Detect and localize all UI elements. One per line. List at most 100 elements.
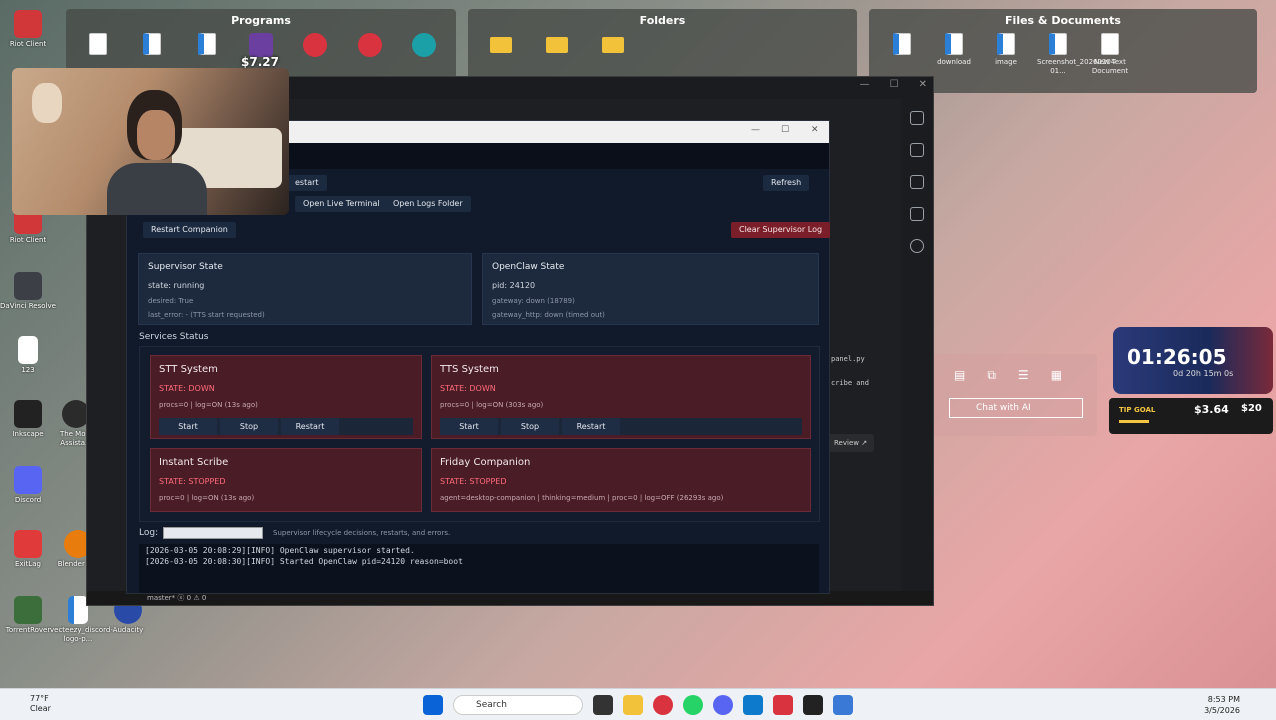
search-icon[interactable] [910, 111, 924, 125]
service-actions: Start Stop Restart [440, 418, 802, 435]
open-live-terminal-button[interactable]: Open Live Terminal [295, 196, 388, 212]
close-icon[interactable]: ✕ [919, 79, 927, 90]
tip-label: TIP GOAL [1119, 406, 1156, 414]
timer-value: 01:26:05 [1127, 345, 1227, 369]
service-state: STATE: DOWN [440, 384, 496, 393]
minimize-icon[interactable]: — [751, 125, 760, 135]
app-icon[interactable] [833, 695, 853, 715]
vivaldi-icon[interactable] [349, 33, 389, 60]
whatsapp-icon[interactable] [683, 695, 703, 715]
openai-icon[interactable] [910, 239, 924, 253]
explorer-icon[interactable] [623, 695, 643, 715]
folder-icon[interactable] [536, 33, 578, 56]
restart-button[interactable]: estart [287, 175, 327, 191]
folder-icon[interactable] [592, 33, 634, 56]
widget-icon[interactable]: ☰ [1018, 368, 1029, 383]
open-logs-folder-button[interactable]: Open Logs Folder [385, 196, 471, 212]
clock[interactable]: 8:53 PM 3/5/2026 [1204, 694, 1240, 716]
start-icon[interactable] [423, 695, 443, 715]
discord-icon[interactable]: Discord [0, 466, 56, 505]
instant-scribe-card: Instant Scribe STATE: STOPPED proc=0 | l… [150, 448, 422, 512]
folder-icon[interactable] [480, 33, 522, 56]
taskview-icon[interactable] [593, 695, 613, 715]
start-button[interactable]: Start [159, 418, 217, 435]
file-icon[interactable]: 123 [0, 336, 56, 375]
app-icon[interactable] [773, 695, 793, 715]
ai-widget: ▤ ⧉ ☰ ▦ Chat with AI [934, 354, 1097, 436]
maximize-icon[interactable]: ☐ [890, 79, 899, 90]
file-item[interactable]: Screenshot_20260204-01... [1037, 33, 1118, 76]
clear-supervisor-log-button[interactable]: Clear Supervisor Log [731, 222, 831, 238]
widget-icon[interactable]: ▦ [1051, 368, 1062, 383]
run-icon[interactable] [910, 175, 924, 189]
vivaldi-icon[interactable] [653, 695, 673, 715]
stop-button[interactable]: Stop [220, 418, 278, 435]
service-state: STATE: DOWN [159, 384, 215, 393]
panel-title: OpenClaw State [492, 262, 565, 272]
log-label: Log: [139, 528, 159, 538]
uptime-timer: 01:26:05 0d 20h 15m 0s [1113, 327, 1273, 394]
file-item[interactable]: image [985, 33, 1027, 76]
log-output[interactable]: [2026-03-05 20:08:29][INFO] OpenClaw sup… [139, 544, 819, 593]
service-actions: Start Stop Restart [159, 418, 413, 435]
riot-client-icon[interactable]: Riot Client [0, 10, 56, 49]
service-state: STATE: STOPPED [440, 477, 507, 486]
service-state: STATE: STOPPED [159, 477, 226, 486]
service-meta: procs=0 | log=ON (13s ago) [159, 401, 258, 409]
panel-title: Supervisor State [148, 262, 223, 272]
service-meta: procs=0 | log=ON (303s ago) [440, 401, 544, 409]
exitlag-icon[interactable]: ExitLag [0, 530, 56, 569]
program-icon[interactable] [187, 33, 227, 60]
restart-button[interactable]: Restart [562, 418, 620, 435]
tip-amount: $3.64 [1194, 403, 1229, 416]
program-icon[interactable] [78, 33, 118, 60]
vscode-icon[interactable] [743, 695, 763, 715]
tip-goal-widget: TIP GOAL $3.64 $20 [1109, 398, 1273, 434]
edge-icon[interactable] [404, 33, 444, 60]
vivaldi-icon[interactable] [295, 33, 335, 60]
tts-system-card: TTS System STATE: DOWN procs=0 | log=ON … [431, 355, 811, 439]
services-status-label: Services Status [139, 332, 209, 342]
widget-icon[interactable]: ▤ [954, 368, 965, 383]
supervisor-body: estart Refresh Open Live Terminal Open L… [127, 169, 831, 593]
openclaw-state-panel: OpenClaw State pid: 24120 gateway: down … [482, 253, 819, 325]
code-snippet: panel.py [831, 355, 865, 363]
program-icon[interactable] [132, 33, 172, 60]
tip-progress [1119, 420, 1149, 423]
file-item[interactable] [881, 33, 923, 76]
fence-title: Folders [639, 14, 686, 27]
desired-value: desired: True [148, 297, 194, 305]
file-item[interactable]: download [933, 33, 975, 76]
code-snippet: cribe and [831, 379, 869, 387]
extensions-icon[interactable] [910, 207, 924, 221]
fence-title: Files & Documents [1005, 14, 1121, 27]
vscode-activity-bar [901, 99, 933, 591]
review-button[interactable]: Review ↗ [828, 434, 874, 452]
file-item[interactable]: New Text Document [1089, 33, 1131, 76]
davinci-resolve-icon[interactable]: DaVinci Resolve [0, 272, 56, 311]
maximize-icon[interactable]: ☐ [781, 125, 789, 135]
stop-button[interactable]: Stop [501, 418, 559, 435]
log-line: [2026-03-05 20:08:30][INFO] Started Open… [145, 557, 463, 566]
refresh-button[interactable]: Refresh [763, 175, 810, 191]
friday-companion-card: Friday Companion STATE: STOPPED agent=de… [431, 448, 811, 512]
last-error-value: last_error: - (TTS start requested) [148, 311, 265, 319]
service-meta: proc=0 | log=ON (13s ago) [159, 494, 255, 502]
minimize-icon[interactable]: — [860, 79, 870, 90]
search-box[interactable]: Search [453, 695, 583, 715]
pid-value: pid: 24120 [492, 281, 536, 290]
start-button[interactable]: Start [440, 418, 498, 435]
close-icon[interactable]: ✕ [811, 125, 819, 135]
terminal-icon[interactable] [803, 695, 823, 715]
discord-icon[interactable] [713, 695, 733, 715]
restart-companion-button[interactable]: Restart Companion [143, 222, 236, 238]
log-select[interactable] [163, 527, 263, 539]
tip-goal: $20 [1241, 403, 1262, 414]
source-control-icon[interactable] [910, 143, 924, 157]
restart-button[interactable]: Restart [281, 418, 339, 435]
torrentrover-icon[interactable]: TorrentRover [0, 596, 56, 635]
widget-icon[interactable]: ⧉ [987, 368, 996, 383]
weather-widget[interactable]: 77°F Clear [30, 694, 51, 714]
chat-with-ai-button[interactable]: Chat with AI [949, 398, 1083, 418]
gateway-value: gateway: down (18789) [492, 297, 575, 305]
